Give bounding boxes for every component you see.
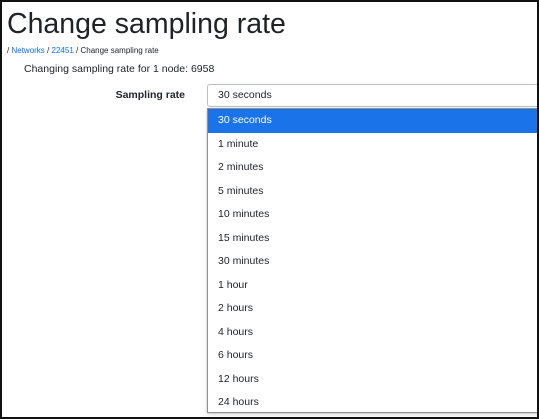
breadcrumb-separator: / <box>47 46 50 55</box>
dropdown-option[interactable]: 10 minutes <box>208 203 539 227</box>
breadcrumb-separator: / <box>7 46 10 55</box>
sampling-rate-dropdown: 30 seconds 1 minute 2 minutes 5 minutes 10 m… <box>207 108 539 413</box>
breadcrumb-networks-link[interactable]: Networks <box>11 46 44 55</box>
dropdown-option[interactable]: 4 hours <box>208 321 539 345</box>
page-title: Change sampling rate <box>7 8 286 40</box>
breadcrumb-network-link[interactable]: 22451 <box>52 46 74 55</box>
dropdown-option[interactable]: 30 seconds <box>208 109 539 133</box>
dropdown-option[interactable]: 15 minutes <box>208 227 539 251</box>
breadcrumb-current: Change sampling rate <box>80 46 159 55</box>
dropdown-option[interactable]: 2 minutes <box>208 156 539 180</box>
dropdown-option[interactable]: 1 hour <box>208 274 539 298</box>
breadcrumb-separator: / <box>76 46 79 55</box>
dropdown-option[interactable]: 5 minutes <box>208 180 539 204</box>
sampling-rate-select[interactable]: 30 seconds ⌄ <box>207 84 539 107</box>
dropdown-option[interactable]: 24 hours <box>208 391 539 415</box>
sampling-rate-label: Sampling rate <box>115 89 185 101</box>
dropdown-option[interactable]: 12 hours <box>208 368 539 392</box>
dropdown-option[interactable]: 1 minute <box>208 133 539 157</box>
breadcrumb: / Networks / 22451 / Change sampling rat… <box>7 46 159 56</box>
node-count-text: Changing sampling rate for 1 node: 6958 <box>24 63 215 75</box>
dropdown-option[interactable]: 30 minutes <box>208 250 539 274</box>
sampling-rate-selected-value: 30 seconds <box>218 89 272 101</box>
dropdown-option[interactable]: 2 hours <box>208 297 539 321</box>
dropdown-option[interactable]: 6 hours <box>208 344 539 368</box>
